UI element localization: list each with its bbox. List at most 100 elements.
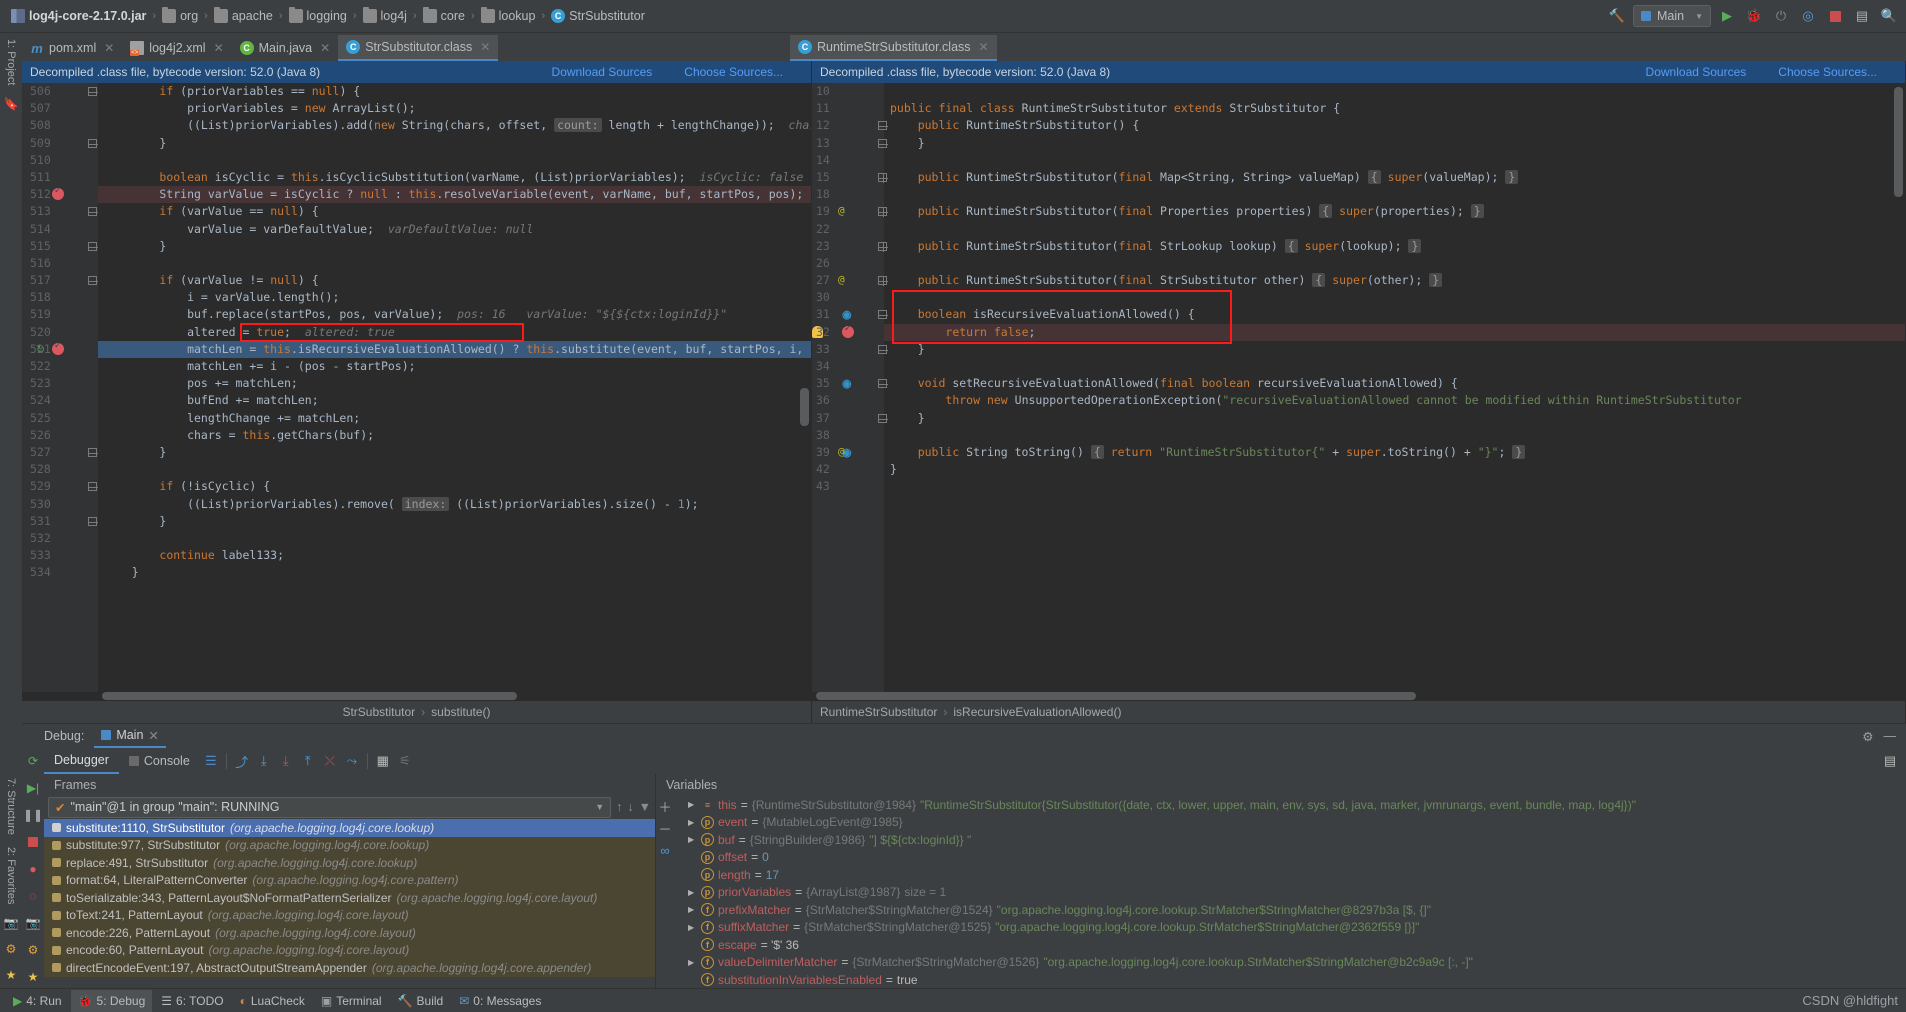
download-sources-link[interactable]: Download Sources	[536, 65, 653, 79]
star-icon[interactable]: ★	[3, 967, 19, 983]
layout-icon[interactable]: ☰	[200, 750, 222, 772]
gutter-line[interactable]: 509	[22, 135, 98, 152]
code-line[interactable]	[884, 83, 1905, 100]
code-line[interactable]	[884, 221, 1905, 238]
variable-row[interactable]: ▶poffset = 0	[674, 849, 1906, 867]
gutter-line[interactable]: 531	[22, 513, 98, 530]
settings-icon[interactable]: ⚙	[24, 941, 42, 959]
code-line[interactable]: lengthChange += matchLen;	[98, 410, 811, 427]
status-item-luacheck[interactable]: ◐ LuaCheck	[233, 990, 312, 1012]
gutter-line[interactable]: 523	[22, 375, 98, 392]
tab-console[interactable]: Console	[119, 748, 200, 774]
code-line[interactable]	[884, 427, 1905, 444]
run-configuration-selector[interactable]: Main ▼	[1633, 5, 1711, 27]
fold-collapse-icon[interactable]	[88, 87, 98, 96]
code-line[interactable]	[884, 186, 1905, 203]
tab-debugger[interactable]: Debugger	[44, 748, 119, 774]
frame-row[interactable]: directEncodeEvent:197, AbstractOutputStr…	[44, 959, 655, 977]
code-line[interactable]: }	[98, 135, 811, 152]
code-line[interactable]: if (!isCyclic) {	[98, 478, 811, 495]
gutter-line[interactable]: 532	[22, 530, 98, 547]
code-line[interactable]: }	[884, 410, 1905, 427]
gutter-line[interactable]: 506	[22, 83, 98, 100]
choose-sources-link[interactable]: Choose Sources...	[1762, 65, 1877, 79]
code-line[interactable]: }	[884, 341, 1905, 358]
status-item-run[interactable]: ▶ 4: Run	[6, 990, 69, 1012]
fold-end-icon[interactable]	[88, 516, 98, 526]
hscroll-track-left[interactable]	[22, 692, 811, 701]
expand-arrow-icon[interactable]: ▶	[688, 835, 697, 844]
gutter-line[interactable]: 520	[22, 324, 98, 341]
variable-row[interactable]: ▶ fescape = '$' 36	[674, 936, 1906, 954]
code-line[interactable]: varValue = varDefaultValue; varDefaultVa…	[98, 221, 811, 238]
debug-icon[interactable]: 🐞	[1743, 5, 1765, 27]
code-line[interactable]: public RuntimeStrSubstitutor(final Prope…	[884, 203, 1905, 220]
search-icon[interactable]: 🔍	[1878, 5, 1900, 27]
code-line[interactable]	[884, 289, 1905, 306]
breadcrumb-item-core[interactable]: core	[418, 7, 470, 25]
inspect-icon[interactable]: ∞	[657, 842, 673, 858]
view-breakpoints-icon[interactable]: ●	[24, 860, 42, 878]
gutter-line[interactable]: 519	[22, 306, 98, 323]
restore-layout-icon[interactable]: ▤	[1884, 750, 1906, 772]
expand-arrow-icon[interactable]: ▶	[688, 800, 697, 809]
gutter-line[interactable]: 11	[812, 100, 884, 117]
code-line[interactable]: priorVariables = new ArrayList();	[98, 100, 811, 117]
frame-up-icon[interactable]: ↑	[616, 800, 622, 814]
status-item-build[interactable]: 🔨 Build	[391, 990, 451, 1012]
tab-log4j2-xml[interactable]: log4j2.xml ✕	[122, 35, 231, 61]
code-line[interactable]	[884, 255, 1905, 272]
tab-main-java[interactable]: C Main.java ✕	[232, 35, 339, 61]
code-line[interactable]: matchLen += i - (pos - startPos);	[98, 358, 811, 375]
fold-end-icon[interactable]	[88, 447, 98, 457]
code-line[interactable]: }	[98, 564, 811, 581]
stop-icon[interactable]	[1824, 5, 1846, 27]
variable-row[interactable]: ▶ f suffixMatcher = {StrMatcher$StringMatc…	[674, 919, 1906, 937]
gutter-line[interactable]: 522	[22, 358, 98, 375]
camera-icon[interactable]: 📷	[24, 914, 42, 932]
gutter-right[interactable]: 10 11 12 13 14 15 18@1922 23 26 @2730◉3132 33 34 ◉35…	[812, 83, 888, 692]
camera-icon[interactable]: 📷	[3, 915, 19, 931]
breadcrumb-item-class[interactable]: C StrSubstitutor	[546, 7, 650, 25]
breadcrumb-class[interactable]: RuntimeStrSubstitutor	[820, 705, 937, 719]
expand-arrow-icon[interactable]: ▶	[688, 923, 697, 932]
status-item-terminal[interactable]: ▣ Terminal	[314, 990, 389, 1012]
resume-icon[interactable]: ▶|	[24, 779, 42, 797]
expand-arrow-icon[interactable]: ▶	[688, 853, 697, 862]
status-item-debug[interactable]: 🐞 5: Debug	[70, 989, 153, 1012]
add-watch-icon[interactable]: ＋	[657, 798, 673, 815]
gutter-line[interactable]: 513	[22, 203, 98, 220]
build-icon[interactable]: 🔨	[1606, 5, 1628, 27]
gutter-left[interactable]: 506 507 508 509 510 511 512 513 514 515 516 517 518 5…	[22, 83, 98, 692]
gutter-line[interactable]: 530	[22, 496, 98, 513]
gutter-line[interactable]: 32	[812, 323, 884, 341]
tab-pom-xml[interactable]: m pom.xml ✕	[22, 35, 122, 61]
fold-collapse-icon[interactable]	[88, 276, 98, 286]
gutter-line[interactable]: 18	[812, 186, 884, 203]
variable-row[interactable]: ▶ f valueDelimiterMatcher = {StrMatcher$St…	[674, 954, 1906, 972]
tab-runtimestrsubstitutor-class[interactable]: C RuntimeStrSubstitutor.class ✕	[790, 35, 997, 61]
frame-row[interactable]: substitute:1110, StrSubstitutor (org.apa…	[44, 819, 655, 837]
expand-arrow-icon[interactable]: ▶	[688, 975, 697, 984]
bookmarks-icon[interactable]: 🔖	[3, 96, 19, 112]
pause-icon[interactable]: ❚❚	[23, 806, 43, 824]
code-viewport-right[interactable]: 10 11 12 13 14 15 18@1922 23 26 @2730◉3132 33 34 ◉35…	[812, 83, 1905, 692]
gutter-line[interactable]: 524	[22, 392, 98, 409]
frame-row[interactable]: toSerializable:343, PatternLayout$NoForm…	[44, 889, 655, 907]
gutter-line[interactable]: 37	[812, 410, 888, 427]
code-line[interactable]: altered = true; altered: true	[98, 324, 811, 341]
code-line[interactable]	[98, 530, 811, 547]
gutter-line[interactable]: 38	[812, 427, 884, 444]
code-viewport-left[interactable]: 506 507 508 509 510 511 512 513 514 515 516 517 518 5…	[22, 83, 811, 692]
code-line[interactable]	[98, 152, 811, 169]
fold-end-icon[interactable]	[88, 241, 98, 251]
code-line[interactable]: }	[884, 135, 1905, 152]
code-line[interactable]: chars = this.getChars(buf);	[98, 427, 811, 444]
frame-down-icon[interactable]: ↓	[627, 800, 633, 814]
status-item-messages[interactable]: ✉ 0: Messages	[452, 990, 548, 1012]
frame-row[interactable]: substitute:977, StrSubstitutor (org.apac…	[44, 836, 655, 854]
expand-arrow-icon[interactable]: ▶	[688, 958, 697, 967]
breadcrumb-item-org[interactable]: org	[157, 7, 203, 25]
gutter-line[interactable]: 22	[812, 221, 884, 238]
evaluate-expression-icon[interactable]: ▦	[372, 750, 394, 772]
